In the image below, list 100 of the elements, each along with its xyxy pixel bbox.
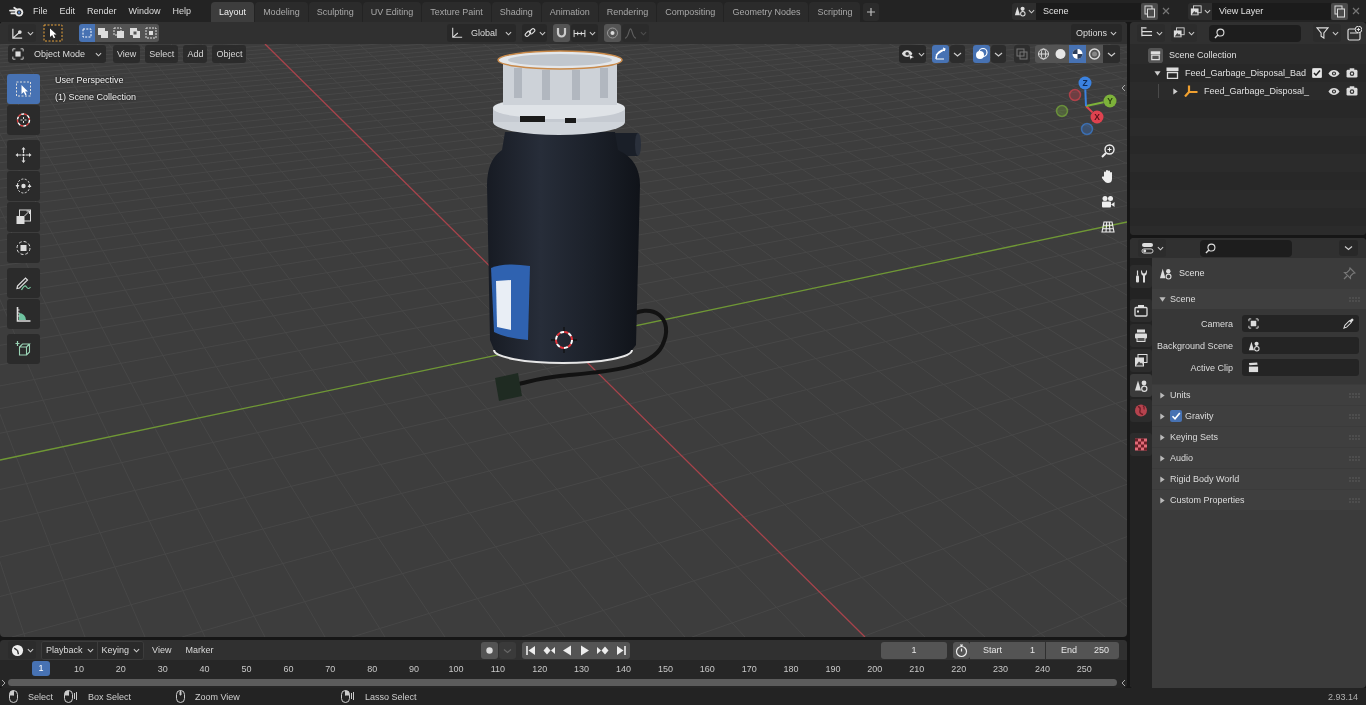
menu-item[interactable]: Object bbox=[212, 45, 247, 63]
selectability-dropdown[interactable] bbox=[899, 45, 926, 63]
caret-icon[interactable] bbox=[991, 45, 1006, 63]
select-box-icon[interactable] bbox=[7, 74, 40, 104]
measure-ruler-icon[interactable] bbox=[7, 299, 40, 329]
menu-item[interactable]: View bbox=[149, 645, 175, 655]
close-icon[interactable] bbox=[1162, 7, 1170, 15]
menu-item[interactable]: Edit bbox=[53, 0, 82, 22]
chevron-left-icon[interactable] bbox=[1121, 84, 1126, 92]
editor-type-button[interactable] bbox=[1137, 24, 1165, 42]
current-frame-indicator[interactable]: 1 bbox=[32, 661, 50, 676]
image-stack-icon[interactable] bbox=[1130, 349, 1152, 372]
hand-icon[interactable] bbox=[1101, 169, 1115, 184]
disclosure-arrow-icon[interactable] bbox=[1172, 87, 1179, 95]
close-icon[interactable] bbox=[1352, 7, 1360, 15]
view-layer-browse-button[interactable] bbox=[1188, 2, 1212, 20]
scene-field[interactable] bbox=[1242, 337, 1359, 354]
panel-header[interactable]: Keying Sets bbox=[1152, 427, 1366, 447]
outliner-item[interactable]: Feed_Garbage_Disposal_ bbox=[1204, 86, 1310, 96]
select-invert-icon[interactable] bbox=[127, 24, 143, 42]
printer-icon[interactable] bbox=[1130, 324, 1152, 347]
jump-end-icon[interactable] bbox=[612, 641, 630, 659]
panel-header[interactable]: Scene bbox=[1152, 289, 1366, 309]
y-axis-ball[interactable]: Y bbox=[1085, 94, 1117, 108]
transform-icon[interactable] bbox=[7, 233, 40, 263]
view-layer-name-field[interactable]: View Layer bbox=[1212, 2, 1331, 20]
panel-header[interactable]: Units bbox=[1152, 385, 1366, 405]
caret-icon[interactable] bbox=[950, 45, 965, 63]
snap-target-dropdown[interactable] bbox=[571, 24, 598, 42]
3d-cursor-icon[interactable] bbox=[550, 326, 578, 354]
panel-header[interactable]: Gravity bbox=[1152, 406, 1366, 426]
new-collection-icon[interactable] bbox=[1347, 25, 1362, 41]
workspace-tab[interactable]: Compositing bbox=[657, 2, 724, 22]
clip-field[interactable] bbox=[1242, 359, 1359, 376]
move-icon[interactable] bbox=[7, 140, 40, 170]
pivot-dropdown[interactable] bbox=[522, 24, 547, 42]
camera-icon[interactable] bbox=[1346, 68, 1358, 78]
eye-icon[interactable] bbox=[1328, 68, 1340, 78]
negative-y-axis-ball[interactable] bbox=[1055, 104, 1069, 118]
menu-item[interactable]: Help bbox=[166, 0, 198, 22]
add-cube-icon[interactable] bbox=[7, 334, 40, 364]
workspace-tab[interactable]: Layout bbox=[211, 2, 255, 22]
menu-dropdown[interactable]: Keying bbox=[96, 641, 144, 659]
checkbox[interactable] bbox=[1312, 68, 1322, 78]
search-field[interactable] bbox=[1209, 24, 1301, 42]
menu-item[interactable]: Render bbox=[81, 0, 123, 22]
pin-icon[interactable] bbox=[1343, 266, 1356, 280]
orientation-dropdown[interactable]: Global bbox=[447, 24, 516, 42]
panel-header[interactable]: Rigid Body World bbox=[1152, 469, 1366, 489]
workspace-tab[interactable]: Rendering bbox=[598, 2, 657, 22]
tools-icon[interactable] bbox=[1130, 265, 1152, 288]
workspace-tab[interactable]: Geometry Nodes bbox=[724, 2, 809, 22]
checkbox[interactable] bbox=[1170, 410, 1182, 422]
duplicate-icon[interactable] bbox=[1141, 2, 1158, 20]
current-frame-field[interactable]: 1 bbox=[881, 641, 947, 659]
camera-icon[interactable] bbox=[1101, 195, 1115, 209]
scene-icon[interactable] bbox=[1130, 374, 1152, 397]
workspace-tab[interactable]: Shading bbox=[491, 2, 541, 22]
menu-dropdown[interactable]: Playback bbox=[42, 641, 97, 659]
camera-icon[interactable] bbox=[1346, 86, 1358, 96]
chevron-right-icon[interactable] bbox=[1, 678, 6, 687]
menu-item[interactable]: Select bbox=[145, 45, 179, 63]
caret-icon[interactable] bbox=[1103, 45, 1120, 63]
cursor-icon[interactable] bbox=[7, 105, 40, 135]
proportional-dot-icon[interactable] bbox=[604, 24, 621, 42]
overlay-circles-icon[interactable] bbox=[973, 45, 990, 63]
workspace-tab[interactable]: Modeling bbox=[255, 2, 308, 22]
checker-icon[interactable] bbox=[1130, 433, 1152, 456]
workspace-tab[interactable]: Texture Paint bbox=[422, 2, 491, 22]
eye-icon[interactable] bbox=[1328, 86, 1340, 96]
scene-browse-button[interactable] bbox=[1012, 2, 1036, 20]
editor-type-button[interactable] bbox=[8, 641, 36, 659]
add-workspace-icon[interactable] bbox=[863, 3, 880, 21]
z-axis-ball[interactable]: Z bbox=[1078, 76, 1092, 107]
workspace-tab[interactable]: Sculpting bbox=[308, 2, 362, 22]
rendered-sphere-icon[interactable] bbox=[1086, 45, 1103, 63]
eyedropper-icon[interactable] bbox=[1343, 318, 1354, 329]
timeline-scrollbar[interactable] bbox=[8, 679, 1117, 686]
editor-type-button[interactable] bbox=[8, 24, 36, 42]
display-mode-button[interactable] bbox=[1171, 24, 1197, 42]
outliner-item[interactable]: Scene Collection bbox=[1169, 50, 1237, 60]
panel-header[interactable]: Custom Properties bbox=[1152, 490, 1366, 510]
select-extend-icon[interactable] bbox=[95, 24, 111, 42]
gizmo-arrows-icon[interactable] bbox=[932, 45, 949, 63]
select-intersect-icon[interactable] bbox=[143, 24, 159, 42]
annotate-pencil-icon[interactable] bbox=[7, 268, 40, 298]
appliance-model-drawing[interactable] bbox=[487, 50, 668, 401]
mode-dropdown[interactable]: Object Mode bbox=[8, 45, 106, 63]
menu-item[interactable]: View bbox=[113, 45, 141, 63]
editor-type-button[interactable] bbox=[1138, 239, 1166, 257]
scene-name-field[interactable]: Scene bbox=[1036, 2, 1141, 20]
filter-dropdown[interactable] bbox=[1313, 24, 1341, 42]
zoom-icon[interactable] bbox=[1101, 144, 1115, 158]
outliner-item[interactable]: Feed_Garbage_Disposal_Bad bbox=[1185, 68, 1307, 78]
workspace-tab[interactable]: Animation bbox=[541, 2, 598, 22]
camera-back-icon[interactable] bbox=[1130, 299, 1152, 322]
jump-start-icon[interactable] bbox=[522, 641, 540, 659]
menu-item[interactable]: Marker bbox=[182, 645, 217, 655]
magnet-icon[interactable] bbox=[553, 24, 570, 42]
select-new-icon[interactable] bbox=[79, 24, 95, 42]
